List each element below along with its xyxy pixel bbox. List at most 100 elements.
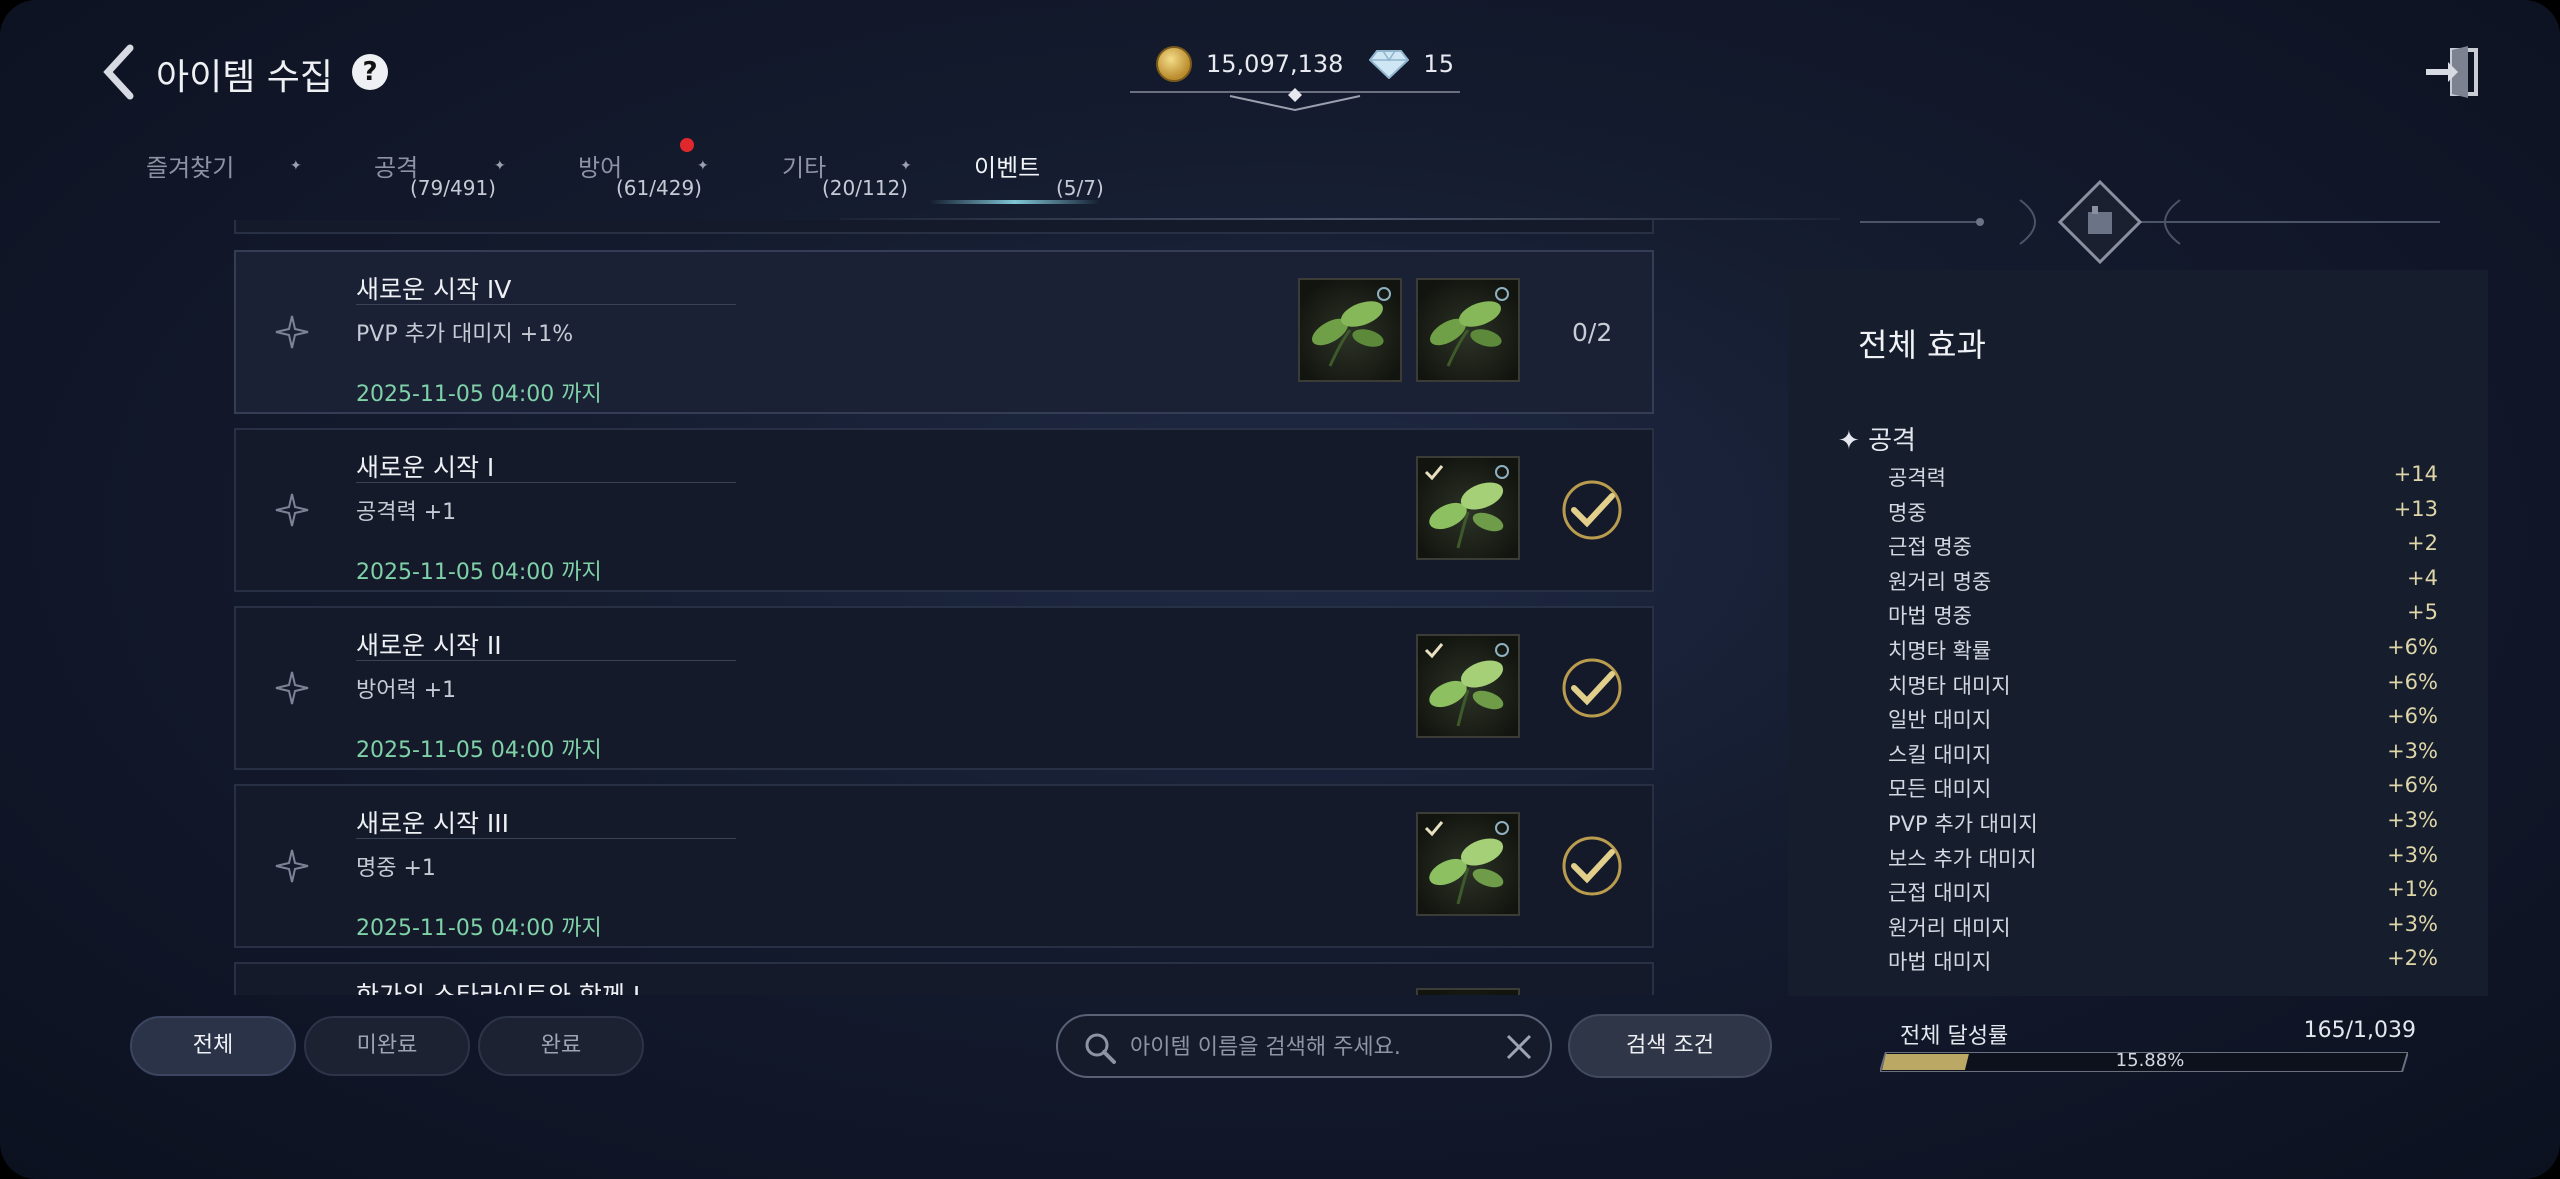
effect-row: 치명타 확률 +6%: [1888, 635, 2438, 669]
tab-separator: ✦: [494, 158, 506, 174]
tab-label: 이벤트: [974, 154, 1041, 182]
effect-value: +3%: [2387, 738, 2438, 763]
collection-card[interactable]: 새로운 시작 I 공격력 +1 2025-11-05 04:00 까지: [234, 428, 1654, 592]
list-item[interactable]: [234, 220, 1654, 234]
item-slot[interactable]: [1416, 278, 1520, 382]
effect-value: +6%: [2387, 635, 2438, 659]
effect-value: +13: [2393, 496, 2438, 521]
divider: [356, 660, 736, 661]
completed-check-icon: [1562, 658, 1622, 718]
divider: [356, 838, 736, 839]
herb-icon: [1424, 821, 1509, 905]
filter-all-button[interactable]: 전체: [130, 1016, 296, 1076]
filter-incomplete-button[interactable]: 미완료: [304, 1016, 470, 1076]
search-condition-button[interactable]: 검색 조건: [1568, 1014, 1772, 1078]
effect-label: PVP 추가 대미지: [1888, 812, 2038, 836]
effect-value: +5: [2407, 600, 2438, 625]
effect-label: 원거리 대미지: [1888, 915, 2011, 940]
tab-label: 기타: [782, 154, 827, 182]
clear-icon[interactable]: [1504, 1032, 1534, 1062]
tab-attack[interactable]: 공격 (79/491): [374, 148, 496, 200]
exit-icon[interactable]: [2424, 44, 2484, 100]
page-title: 아이템 수집: [156, 57, 334, 98]
effect-label: 보스 추가 대미지: [1888, 846, 2037, 871]
effect-value: +1%: [2387, 877, 2438, 902]
total-effects-panel: 전체 효과 ✦ 공격 공격력 +14 명중 +13 근접 명중 +2 원거리 명중 +4 마법 …: [1788, 270, 2488, 996]
tab-event[interactable]: 이벤트 (5/7): [974, 148, 1104, 200]
collection-deadline: 2025-11-05 04:00 까지: [356, 560, 602, 585]
effect-row: 원거리 대미지 +3%: [1888, 912, 2438, 946]
achievement-label: 전체 달성률: [1900, 1024, 2009, 1049]
panel-ornament: [1860, 179, 2440, 265]
tab-count: (61/429): [616, 176, 702, 200]
effect-label: 명중: [1888, 500, 1927, 525]
effect-value: +14: [2393, 462, 2438, 486]
divider: [356, 304, 736, 305]
collection-name: 새로운 시작 I: [356, 453, 495, 482]
effect-label: 공격력: [1888, 466, 1946, 490]
effect-label: 근접 명중: [1888, 535, 1972, 560]
effect-row: 명중 +13: [1888, 497, 2438, 531]
tab-separator: ✦: [697, 158, 709, 174]
effect-label: 일반 대미지: [1888, 708, 1992, 733]
item-slot[interactable]: [1416, 812, 1520, 916]
tab-defense[interactable]: 방어 (61/429): [578, 148, 702, 200]
effect-label: 치명타 확률: [1888, 639, 1992, 663]
completed-check-icon: [1562, 480, 1622, 540]
herb-icon: [1429, 287, 1509, 367]
tab-etc[interactable]: 기타 (20/112): [782, 148, 908, 200]
effect-value: +2: [2407, 531, 2438, 556]
diamond-icon: [1369, 50, 1410, 79]
effect-row: 근접 명중 +2: [1888, 531, 2438, 565]
tab-separator: ✦: [900, 158, 912, 174]
herb-icon: [1424, 643, 1509, 727]
effect-row: 스킬 대미지 +3%: [1888, 739, 2438, 773]
collection-card[interactable]: 한가위 스타라이트와 함께 I: [234, 962, 1654, 995]
effect-row: 일반 대미지 +6%: [1888, 704, 2438, 738]
effect-value: +4: [2407, 565, 2438, 590]
sparkle-icon: [275, 493, 309, 527]
collection-card[interactable]: 새로운 시작 III 명중 +1 2025-11-05 04:00 까지: [234, 784, 1654, 948]
item-slot[interactable]: [1416, 456, 1520, 560]
item-slot[interactable]: [1416, 988, 1520, 995]
collection-list[interactable]: 새로운 시작 IV PVP 추가 대미지 +1% 2025-11-05 04:0…: [232, 220, 1656, 995]
item-slot[interactable]: [1416, 634, 1520, 738]
collection-effect: 방어력 +1: [356, 678, 457, 703]
diamond-amount: 15: [1423, 50, 1454, 78]
collection-deadline: 2025-11-05 04:00 까지: [356, 738, 602, 763]
collection-effect: 명중 +1: [356, 856, 436, 881]
sparkle-icon: [275, 671, 309, 705]
collection-card[interactable]: 새로운 시작 II 방어력 +1 2025-11-05 04:00 까지: [234, 606, 1654, 770]
achievement-percent: 15.88%: [2115, 1050, 2185, 1071]
tab-favorites[interactable]: 즐겨찾기: [146, 148, 234, 183]
item-slot[interactable]: [1298, 278, 1402, 382]
effect-label: 근접 대미지: [1888, 881, 1992, 906]
herb-icon: [1311, 287, 1391, 367]
collection-effect: PVP 추가 대미지 +1%: [356, 322, 574, 347]
back-arrow-icon[interactable]: [100, 44, 140, 100]
collection-name: 한가위 스타라이트와 함께 I: [356, 976, 640, 995]
alert-dot: [680, 138, 694, 152]
tab-separator: ✦: [290, 158, 302, 174]
effect-value: +6%: [2387, 669, 2438, 694]
effect-category: ✦ 공격: [1838, 420, 1916, 457]
herb-icon: [1424, 465, 1509, 549]
tab-count: (79/491): [410, 176, 496, 200]
collection-effect: 공격력 +1: [356, 500, 457, 525]
tab-count: (5/7): [1056, 176, 1104, 200]
effect-row: 치명타 대미지 +6%: [1888, 670, 2438, 704]
collection-name: 새로운 시작 II: [356, 631, 502, 660]
filter-complete-button[interactable]: 완료: [478, 1016, 644, 1076]
effect-row: PVP 추가 대미지 +3%: [1888, 808, 2438, 842]
collection-deadline: 2025-11-05 04:00 까지: [356, 916, 602, 941]
effect-label: 마법 명중: [1888, 604, 1972, 629]
search-input[interactable]: [1128, 1028, 1492, 1066]
effect-value: +6%: [2387, 704, 2438, 729]
effect-row: 마법 대미지 +2%: [1888, 946, 2438, 980]
collection-card[interactable]: 새로운 시작 IV PVP 추가 대미지 +1% 2025-11-05 04:0…: [234, 250, 1654, 414]
search-box[interactable]: [1056, 1014, 1552, 1078]
help-icon[interactable]: ?: [352, 54, 388, 90]
effect-value: +3%: [2387, 911, 2438, 936]
effect-value: +3%: [2387, 842, 2438, 867]
completed-check-icon: [1562, 836, 1622, 896]
